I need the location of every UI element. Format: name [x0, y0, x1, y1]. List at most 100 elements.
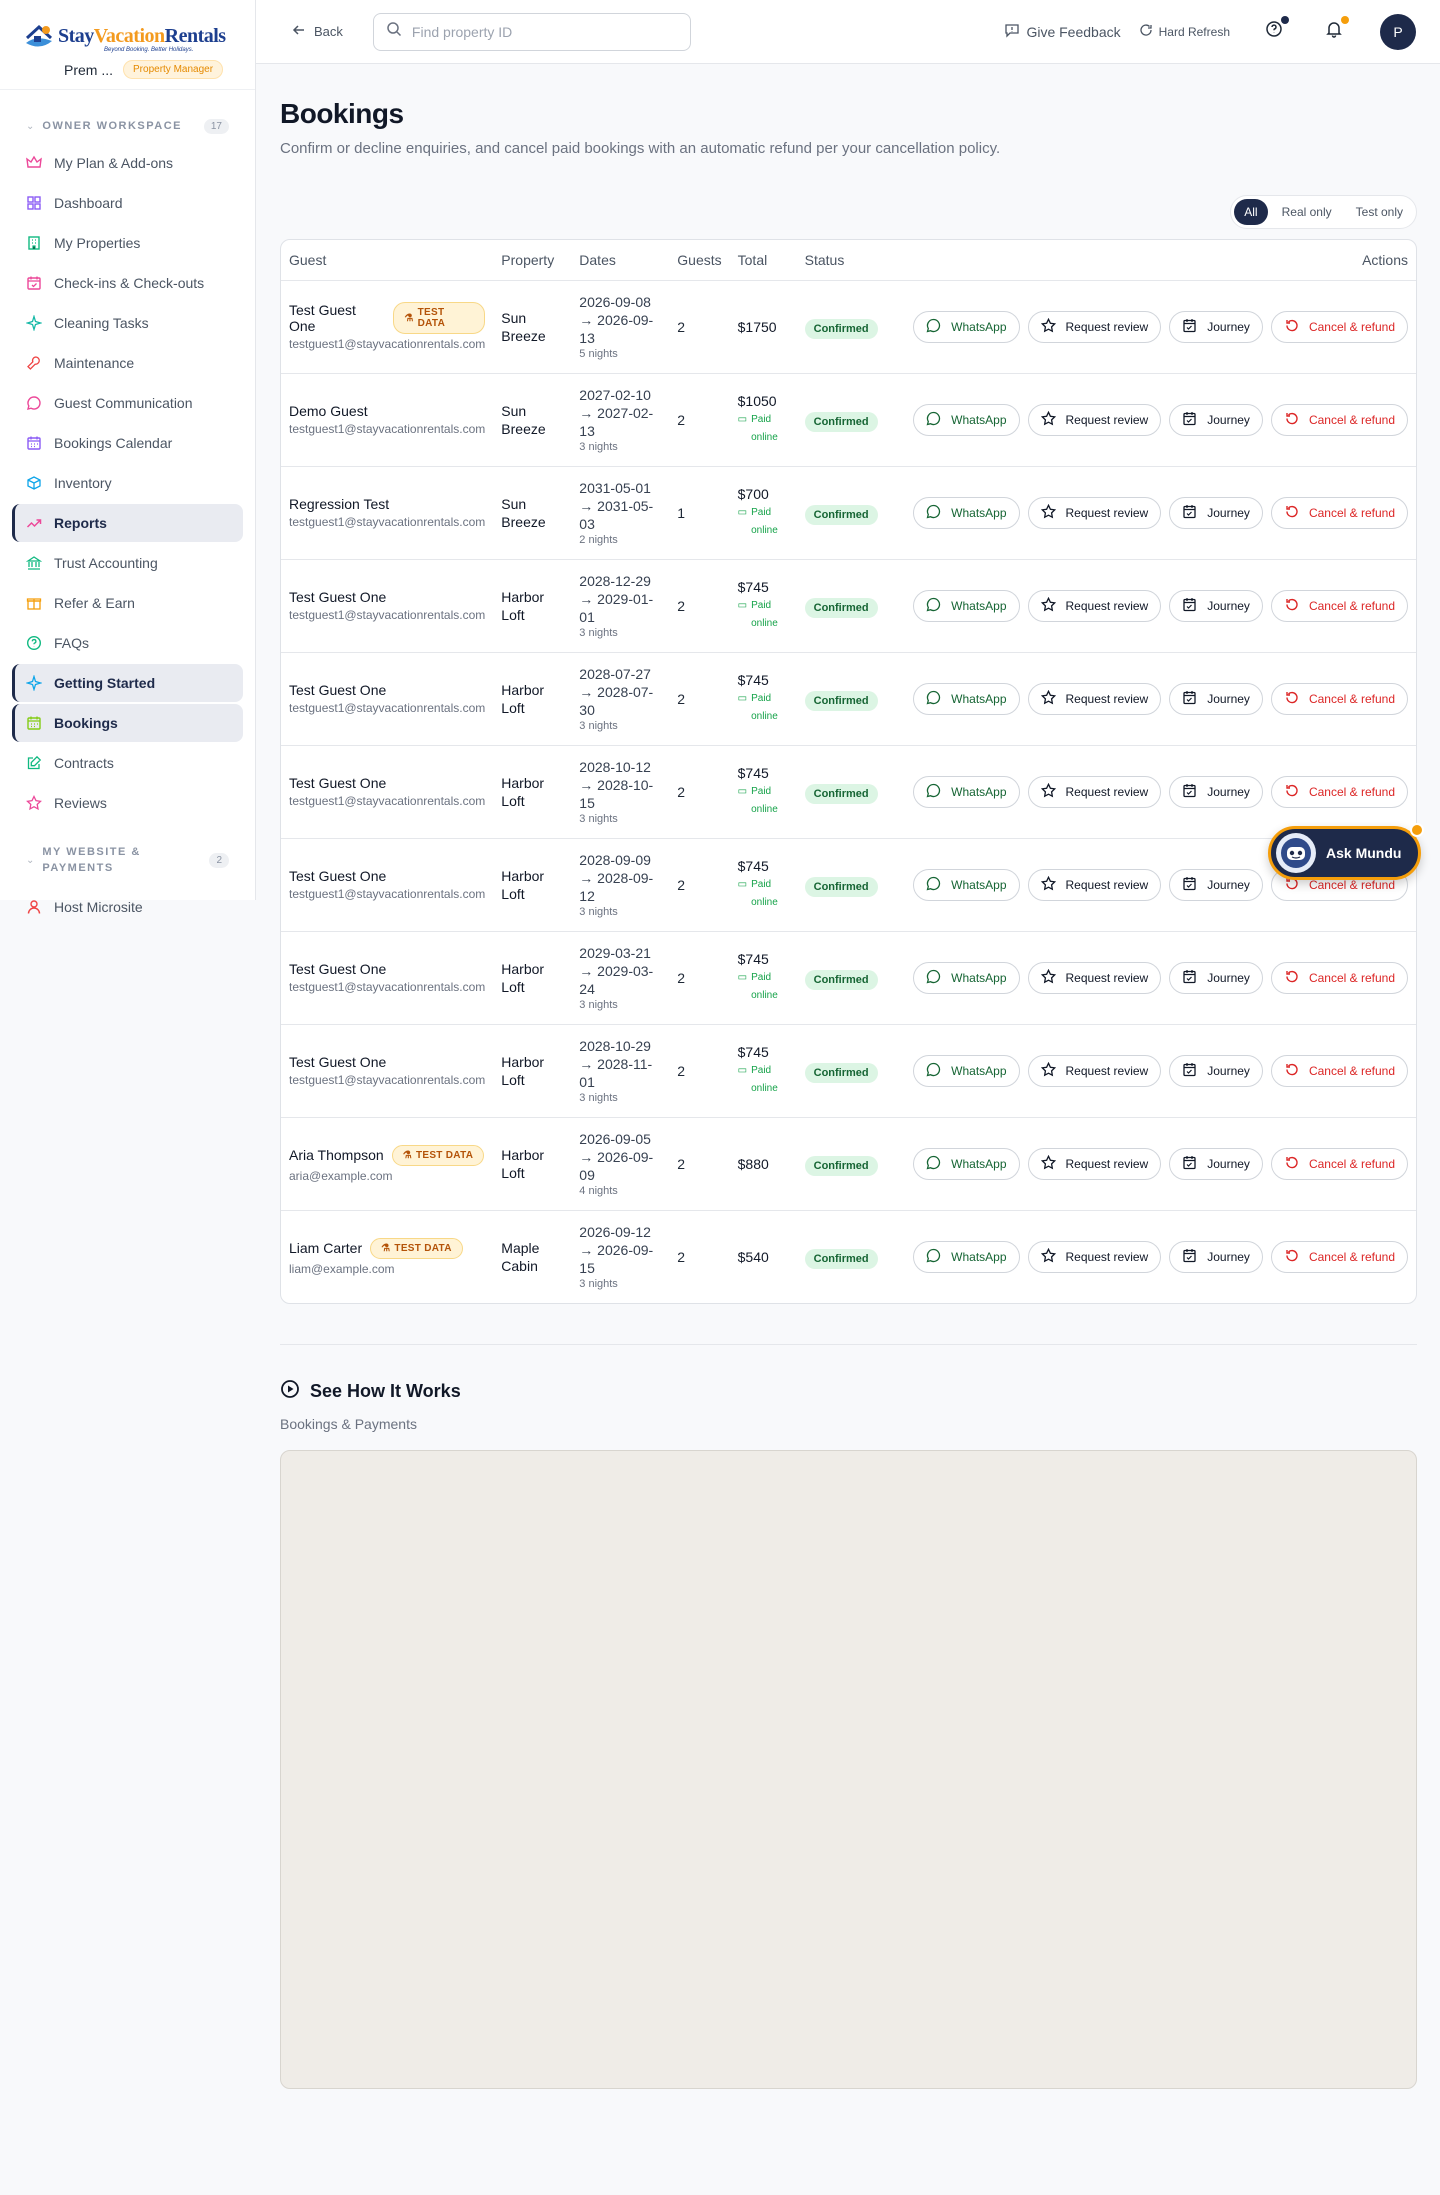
cancel-refund-button[interactable]: Cancel & refund — [1270, 310, 1408, 343]
request-review-button[interactable]: Request review — [1027, 1147, 1162, 1180]
whatsapp-button[interactable]: WhatsApp — [913, 496, 1020, 529]
whatsapp-button[interactable]: WhatsApp — [913, 1147, 1020, 1180]
journey-button[interactable]: Journey — [1169, 589, 1263, 622]
sidebar-item-cleaning-tasks[interactable]: Cleaning Tasks — [12, 304, 243, 342]
journey-button[interactable]: Journey — [1169, 961, 1263, 994]
paid-online-label: Paid online — [751, 971, 778, 1001]
journey-button[interactable]: Journey — [1169, 775, 1263, 808]
sidebar-item-my-plan-add-ons[interactable]: My Plan & Add-ons — [12, 144, 243, 182]
sidebar-item-faqs[interactable]: FAQs — [12, 624, 243, 662]
sidebar-item-maintenance[interactable]: Maintenance — [12, 344, 243, 382]
whatsapp-button[interactable]: WhatsApp — [913, 589, 1020, 622]
cancel-refund-button[interactable]: Cancel & refund — [1270, 403, 1408, 436]
notifications-button[interactable] — [1318, 15, 1350, 48]
request-review-button[interactable]: Request review — [1027, 775, 1162, 808]
date-start: 2028-12-29 — [579, 572, 651, 589]
bookings-table-card: Guest Property Dates Guests Total Status… — [280, 239, 1417, 1304]
sidebar-item-bookings-calendar[interactable]: Bookings Calendar — [12, 424, 243, 462]
whatsapp-button[interactable]: WhatsApp — [913, 403, 1020, 436]
request-review-button-label: Request review — [1065, 970, 1149, 985]
sidebar-item-host-microsite[interactable]: Host Microsite — [12, 888, 243, 926]
dates-cell: 2028-07-27 → 2028-07-30 3 nights — [571, 652, 670, 746]
filter-all[interactable]: All — [1234, 199, 1268, 225]
undo-icon — [1284, 504, 1299, 522]
sidebar-item-refer-earn[interactable]: Refer & Earn — [12, 584, 243, 622]
journey-button[interactable]: Journey — [1169, 1054, 1263, 1087]
request-review-button[interactable]: Request review — [1027, 496, 1162, 529]
sidebar-item-check-ins-check-outs[interactable]: Check-ins & Check-outs — [12, 264, 243, 302]
whatsapp-icon — [926, 504, 941, 522]
whatsapp-button[interactable]: WhatsApp — [913, 310, 1020, 343]
sidebar-item-getting-started[interactable]: Getting Started — [12, 664, 243, 702]
request-review-button[interactable]: Request review — [1027, 589, 1162, 622]
request-review-button[interactable]: Request review — [1027, 310, 1162, 343]
nights-count: 3 nights — [579, 440, 618, 453]
cancel-refund-button[interactable]: Cancel & refund — [1270, 1240, 1408, 1273]
sidebar-item-inventory[interactable]: Inventory — [12, 464, 243, 502]
avatar[interactable]: P — [1380, 13, 1416, 50]
filter-test-only[interactable]: Test only — [1346, 199, 1413, 225]
sidebar-item-reports[interactable]: Reports — [12, 504, 243, 542]
booking-total: $540 — [737, 1248, 769, 1265]
help-button[interactable] — [1258, 15, 1290, 48]
sidebar-item-guest-communication[interactable]: Guest Communication — [12, 384, 243, 422]
give-feedback-button[interactable]: Give Feedback — [1004, 22, 1121, 41]
search-input[interactable] — [411, 23, 678, 40]
row-actions: WhatsApp Request review Journey Cancel & re… — [895, 682, 1408, 715]
sidebar-item-bookings[interactable]: Bookings — [12, 704, 243, 742]
video-player[interactable] — [280, 1450, 1417, 2089]
whatsapp-button[interactable]: WhatsApp — [913, 868, 1020, 901]
journey-button[interactable]: Journey — [1169, 682, 1263, 715]
sidebar-item-contracts[interactable]: Contracts — [12, 744, 243, 782]
request-review-button[interactable]: Request review — [1027, 1240, 1162, 1273]
cancel-refund-button-label: Cancel & refund — [1308, 598, 1395, 613]
whatsapp-button[interactable]: WhatsApp — [913, 682, 1020, 715]
whatsapp-button[interactable]: WhatsApp — [913, 1054, 1020, 1087]
back-button[interactable]: Back — [292, 23, 343, 40]
status-badge: Confirmed — [804, 411, 878, 432]
request-review-button[interactable]: Request review — [1027, 961, 1162, 994]
sidebar-item-my-properties[interactable]: My Properties — [12, 224, 243, 262]
whatsapp-button[interactable]: WhatsApp — [913, 1240, 1020, 1273]
date-start: 2026-09-05 — [579, 1130, 651, 1147]
search-box[interactable] — [372, 12, 691, 51]
sidebar-item-dashboard[interactable]: Dashboard — [12, 184, 243, 222]
request-review-button[interactable]: Request review — [1027, 1054, 1162, 1087]
request-review-button[interactable]: Request review — [1027, 403, 1162, 436]
status-badge: Confirmed — [804, 876, 878, 897]
star-icon — [1040, 689, 1056, 708]
cancel-refund-button[interactable]: Cancel & refund — [1270, 1147, 1408, 1180]
whatsapp-button[interactable]: WhatsApp — [913, 775, 1020, 808]
cancel-refund-button[interactable]: Cancel & refund — [1270, 682, 1408, 715]
journey-button[interactable]: Journey — [1169, 1240, 1263, 1273]
journey-button[interactable]: Journey — [1169, 310, 1263, 343]
paid-online-indicator: ▭ Paid online — [738, 597, 789, 633]
ask-mundu-button[interactable]: Ask Mundu — [1268, 823, 1424, 880]
status-cell: Confirmed — [796, 373, 887, 467]
website-section[interactable]: ⌄ MY WEBSITE & PAYMENTS 2 — [0, 840, 255, 880]
journey-button[interactable]: Journey — [1169, 1147, 1263, 1180]
filter-real-only[interactable]: Real only — [1272, 199, 1342, 225]
request-review-button[interactable]: Request review — [1027, 868, 1162, 901]
journey-button[interactable]: Journey — [1169, 868, 1263, 901]
hard-refresh-button[interactable]: Hard Refresh — [1139, 23, 1230, 40]
sidebar-item-trust-accounting[interactable]: Trust Accounting — [12, 544, 243, 582]
cancel-refund-button[interactable]: Cancel & refund — [1270, 496, 1408, 529]
sidebar-item-reviews[interactable]: Reviews — [12, 784, 243, 822]
journey-button[interactable]: Journey — [1169, 403, 1263, 436]
cancel-refund-button[interactable]: Cancel & refund — [1270, 961, 1408, 994]
cancel-refund-button-label: Cancel & refund — [1308, 1063, 1395, 1078]
guest-name-row: Demo Guest — [289, 403, 485, 419]
whatsapp-button[interactable]: WhatsApp — [913, 961, 1020, 994]
cancel-refund-button[interactable]: Cancel & refund — [1270, 589, 1408, 622]
owner-workspace-section[interactable]: ⌄ OWNER WORKSPACE 17 — [0, 116, 255, 136]
journey-button[interactable]: Journey — [1169, 496, 1263, 529]
guest-email: testguest1@stayvacationrentals.com — [289, 608, 486, 622]
date-start: 2027-02-10 — [579, 386, 651, 403]
calendar-icon — [1182, 411, 1197, 429]
request-review-button[interactable]: Request review — [1027, 682, 1162, 715]
whatsapp-button-label: WhatsApp — [951, 598, 1007, 613]
cancel-refund-button[interactable]: Cancel & refund — [1270, 775, 1408, 808]
property-name: Harbor Loft — [501, 867, 545, 902]
cancel-refund-button[interactable]: Cancel & refund — [1270, 1054, 1408, 1087]
